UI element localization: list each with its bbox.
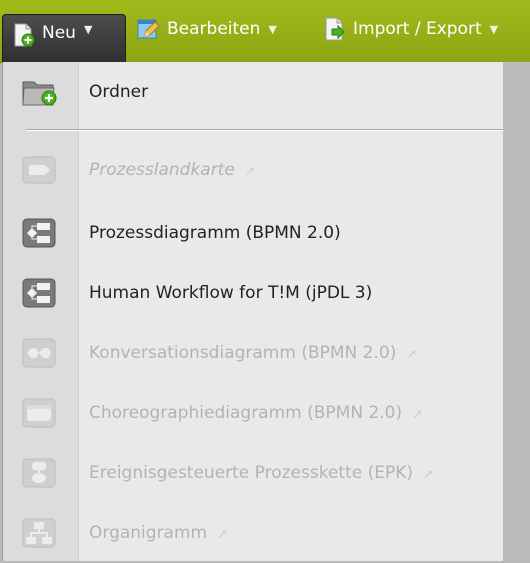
menu-item-conversation-diagram[interactable]: Konversationsdiagramm (BPMN 2.0) ➚	[3, 323, 504, 383]
import-export-menu-button[interactable]: Import / Export ▼	[322, 12, 498, 46]
edit-menu-button[interactable]: Bearbeiten ▼	[136, 12, 277, 46]
new-menu-label: Neu	[42, 23, 76, 43]
conversation-diagram-icon	[22, 338, 56, 368]
edit-menu-label: Bearbeiten	[167, 19, 261, 39]
new-menu-button[interactable]: Neu ▼	[2, 14, 126, 62]
menu-item-choreography-diagram[interactable]: Choreographiediagramm (BPMN 2.0) ➚	[3, 383, 504, 443]
menu-item-label: Ereignisgesteuerte Prozesskette (EPK) ➚	[89, 463, 434, 483]
epc-diagram-icon	[22, 458, 56, 488]
menu-item-label: Prozesslandkarte ➚	[89, 160, 256, 180]
chevron-down-icon: ▼	[83, 23, 93, 36]
pin-icon: ➚	[412, 407, 424, 422]
menu-item-org-chart[interactable]: Organigramm ➚	[3, 503, 504, 563]
new-document-icon	[14, 23, 35, 47]
menu-item-label: Organigramm ➚	[89, 523, 229, 543]
import-export-icon	[325, 17, 345, 41]
menu-separator	[26, 129, 504, 131]
menu-item-label: Ordner	[89, 82, 149, 102]
chevron-down-icon: ▼	[489, 22, 499, 36]
pin-icon: ➚	[217, 527, 229, 542]
pin-icon: ➚	[406, 347, 418, 362]
menu-item-label: Konversationsdiagramm (BPMN 2.0) ➚	[89, 343, 418, 363]
workflow-icon	[22, 278, 56, 308]
menu-item-process-map[interactable]: Prozesslandkarte ➚	[3, 140, 504, 200]
menu-item-label: Prozessdiagramm (BPMN 2.0)	[89, 223, 341, 243]
process-map-icon	[22, 156, 56, 184]
pin-icon: ➚	[244, 164, 256, 179]
toolbar: Neu ▼ Bearbeiten ▼ Import / Export ▼	[0, 0, 530, 63]
folder-add-icon	[22, 81, 57, 106]
edit-icon	[137, 19, 160, 39]
menu-item-human-workflow[interactable]: Human Workflow for T!M (jPDL 3)	[3, 263, 504, 323]
chevron-down-icon: ▼	[268, 22, 277, 36]
background-panel	[503, 62, 530, 561]
bpmn-diagram-icon	[22, 218, 56, 248]
menu-item-label: Human Workflow for T!M (jPDL 3)	[89, 283, 373, 303]
choreography-diagram-icon	[22, 398, 56, 428]
menu-item-process-diagram[interactable]: Prozessdiagramm (BPMN 2.0)	[3, 203, 504, 263]
org-chart-icon	[22, 518, 56, 548]
import-export-menu-label: Import / Export	[353, 19, 482, 39]
menu-item-label: Choreographiediagramm (BPMN 2.0) ➚	[89, 403, 424, 423]
menu-item-epc[interactable]: Ereignisgesteuerte Prozesskette (EPK) ➚	[3, 443, 504, 503]
menu-item-folder[interactable]: Ordner	[3, 62, 504, 122]
new-dropdown-menu: Ordner Prozesslandkarte ➚ Prozessdiagramm…	[2, 62, 505, 561]
pin-icon: ➚	[423, 467, 434, 482]
